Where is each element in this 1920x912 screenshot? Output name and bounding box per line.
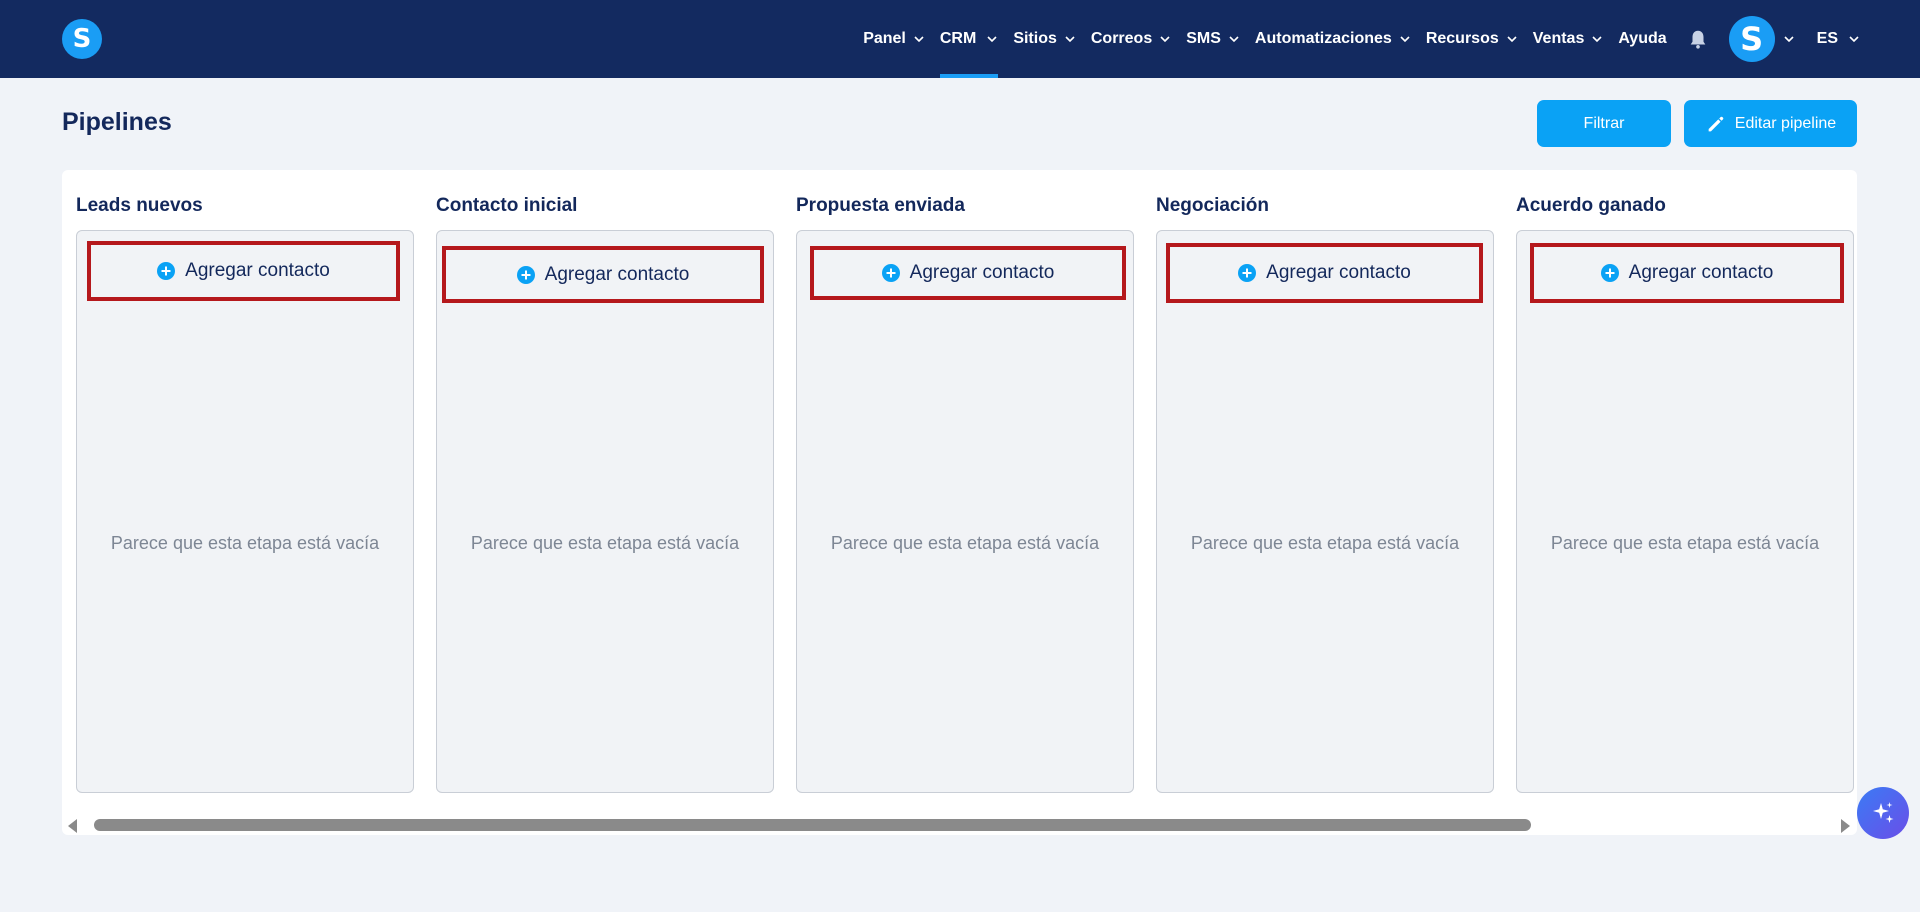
plus-circle-icon	[1238, 264, 1257, 282]
nav-item-panel[interactable]: Panel	[863, 0, 925, 78]
plus-circle-icon	[1600, 264, 1619, 282]
stage-title: Leads nuevos	[76, 195, 203, 216]
stage-dropzone[interactable]: Agregar contacto Parece que esta etapa e…	[1516, 230, 1854, 793]
nav-label: Recursos	[1425, 30, 1499, 47]
pencil-icon	[1708, 116, 1724, 131]
add-contact-button[interactable]: Agregar contacto	[442, 246, 764, 303]
stage-dropzone[interactable]: Agregar contacto Parece que esta etapa e…	[1156, 230, 1494, 793]
stage-title: Contacto inicial	[436, 195, 578, 216]
add-contact-label: Agregar contacto	[544, 263, 690, 285]
edit-pipeline-label: Editar pipeline	[1734, 114, 1837, 132]
stage-dropzone[interactable]: Agregar contacto Parece que esta etapa e…	[796, 230, 1134, 793]
main-nav: Panel CRM Sitios Correos SMS Automatizac…	[848, 0, 1920, 78]
avatar-letter: S	[1740, 20, 1764, 58]
app-logo[interactable]: S	[62, 19, 102, 59]
filter-button-label: Filtrar	[1583, 114, 1625, 132]
chevron-down-icon	[987, 36, 997, 43]
chevron-down-icon[interactable]	[1783, 33, 1795, 45]
chevron-down-icon	[1849, 36, 1859, 43]
add-contact-button[interactable]: Agregar contacto	[810, 246, 1126, 300]
nav-label: Panel	[863, 30, 906, 47]
stage-contacto-inicial: Contacto inicial Agregar contacto Parece…	[436, 170, 774, 795]
stage-acuerdo-ganado: Acuerdo ganado Agregar contacto Parece q…	[1516, 170, 1854, 795]
nav-item-ayuda[interactable]: Ayuda	[1618, 0, 1666, 78]
logo-letter: S	[72, 24, 92, 54]
scroll-left-arrow[interactable]	[68, 819, 77, 833]
chevron-down-icon	[1160, 36, 1170, 43]
nav-item-recursos[interactable]: Recursos	[1426, 0, 1518, 78]
nav-item-sitios[interactable]: Sitios	[1013, 0, 1076, 78]
chevron-down-icon	[1507, 36, 1517, 43]
nav-item-sms[interactable]: SMS	[1186, 0, 1240, 78]
language-selector[interactable]: ES	[1817, 30, 1860, 48]
plus-circle-icon	[881, 264, 900, 282]
sparkle-icon	[1873, 802, 1894, 823]
filter-button[interactable]: Filtrar	[1537, 100, 1671, 147]
empty-stage-text: Parece que esta etapa está vacía	[1550, 533, 1820, 553]
stage-title: Negociación	[1156, 195, 1269, 216]
empty-stage-text: Parece que esta etapa está vacía	[470, 533, 740, 553]
nav-item-correos[interactable]: Correos	[1091, 0, 1171, 78]
bell-icon[interactable]	[1687, 28, 1709, 50]
stage-leads-nuevos: Leads nuevos Agregar contacto Parece que…	[76, 170, 414, 795]
stage-dropzone[interactable]: Agregar contacto Parece que esta etapa e…	[436, 230, 774, 793]
chevron-down-icon	[1229, 36, 1239, 43]
chevron-down-icon	[1400, 36, 1410, 43]
language-label: ES	[1816, 30, 1838, 47]
plus-circle-icon	[157, 262, 176, 280]
edit-pipeline-button[interactable]: Editar pipeline	[1684, 100, 1857, 147]
nav-label: Ayuda	[1618, 30, 1667, 47]
nav-label: CRM	[939, 30, 977, 47]
nav-label: Ventas	[1532, 30, 1585, 47]
add-contact-label: Agregar contacto	[909, 262, 1055, 283]
pipeline-board: Leads nuevos Agregar contacto Parece que…	[62, 170, 1857, 835]
stage-negociacion: Negociación Agregar contacto Parece que …	[1156, 170, 1494, 795]
nav-item-crm[interactable]: CRM	[939, 0, 999, 78]
page-title: Pipelines	[62, 108, 172, 136]
stage-dropzone[interactable]: Agregar contacto Parece que esta etapa e…	[76, 230, 414, 793]
nav-item-automatizaciones[interactable]: Automatizaciones	[1255, 0, 1411, 78]
chevron-down-icon	[914, 36, 924, 43]
add-contact-button[interactable]: Agregar contacto	[87, 241, 400, 301]
stage-title: Propuesta enviada	[796, 195, 965, 216]
top-navbar: S Panel CRM Sitios Correos SMS Automatiz…	[0, 0, 1920, 78]
empty-stage-text: Parece que esta etapa está vacía	[1190, 533, 1460, 553]
nav-label: Automatizaciones	[1254, 30, 1392, 47]
empty-stage-text: Parece que esta etapa está vacía	[110, 533, 380, 553]
chevron-down-icon	[1592, 36, 1602, 43]
scroll-right-arrow[interactable]	[1841, 819, 1850, 833]
add-contact-label: Agregar contacto	[1628, 262, 1774, 283]
nav-item-ventas[interactable]: Ventas	[1533, 0, 1604, 78]
nav-label: SMS	[1186, 30, 1221, 47]
add-contact-label: Agregar contacto	[1266, 262, 1411, 283]
add-contact-button[interactable]: Agregar contacto	[1166, 243, 1483, 303]
nav-label: Correos	[1090, 30, 1153, 47]
horizontal-scrollbar-thumb[interactable]	[94, 819, 1531, 831]
empty-stage-text: Parece que esta etapa está vacía	[830, 533, 1100, 553]
user-avatar[interactable]: S	[1728, 16, 1775, 62]
plus-circle-icon	[516, 265, 535, 284]
add-contact-label: Agregar contacto	[185, 260, 330, 281]
chevron-down-icon	[1065, 36, 1075, 43]
nav-label: Sitios	[1013, 30, 1057, 47]
add-contact-button[interactable]: Agregar contacto	[1530, 243, 1844, 303]
stage-propuesta-enviada: Propuesta enviada Agregar contacto Parec…	[796, 170, 1134, 795]
stage-title: Acuerdo ganado	[1516, 195, 1666, 216]
ai-assistant-button[interactable]	[1857, 787, 1909, 839]
